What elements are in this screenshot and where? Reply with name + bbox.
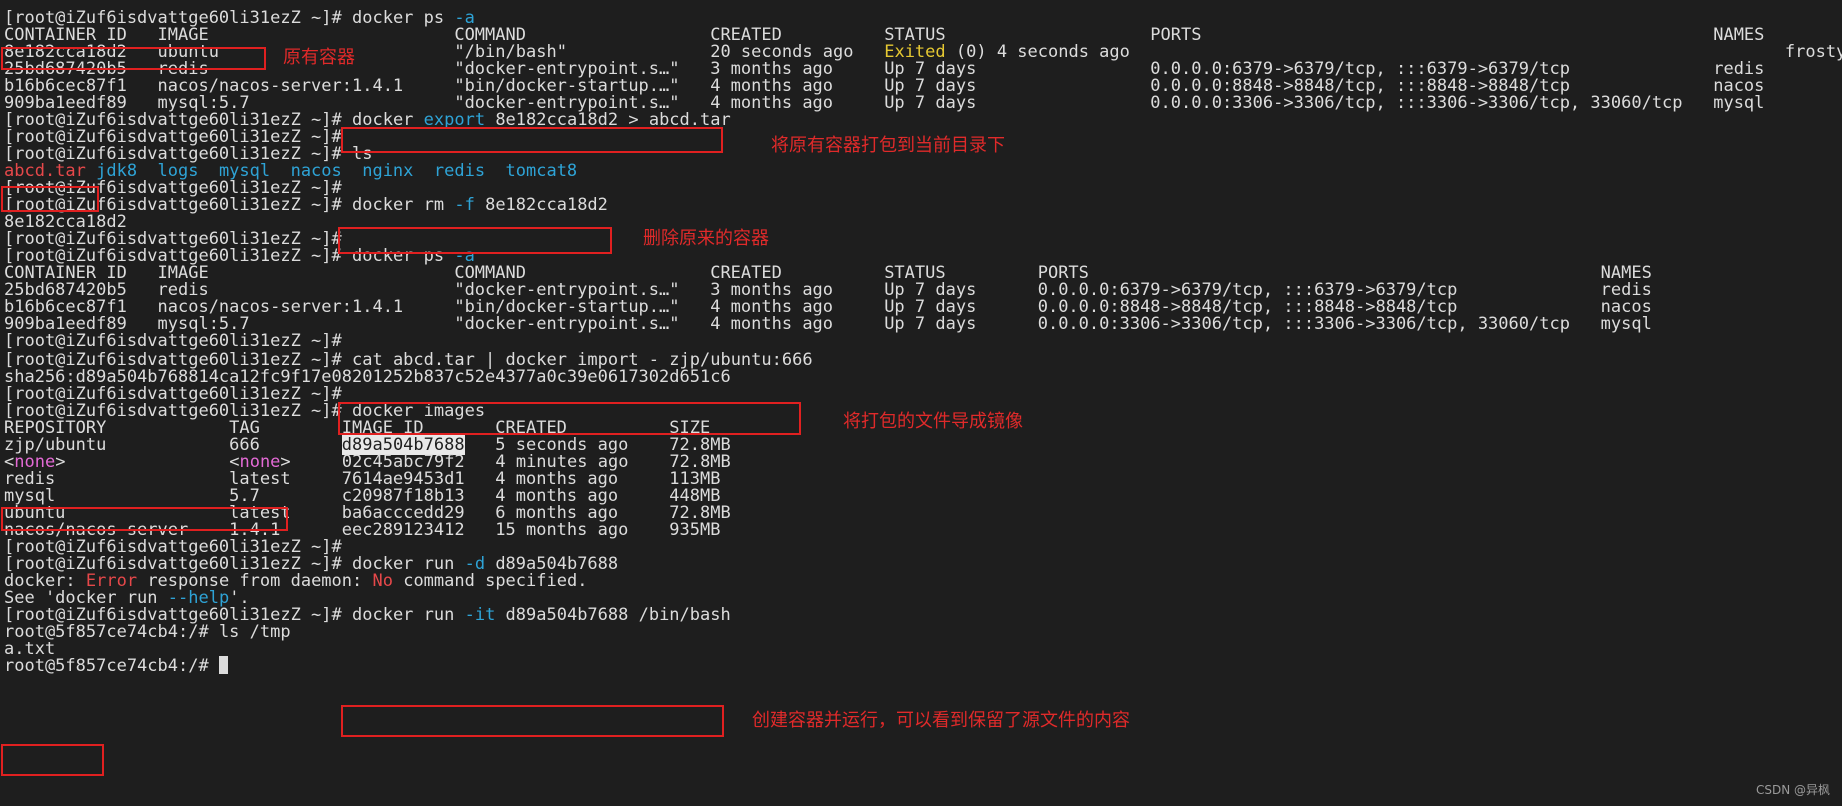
- annotation-export: 将原有容器打包到当前目录下: [771, 135, 1005, 156]
- highlight-box-archive: [1, 186, 99, 212]
- terminal-cursor: [218, 656, 228, 674]
- terminal-input-line[interactable]: root@5f857ce74cb4:/#: [4, 656, 228, 676]
- highlight-box-new-image: [1, 507, 288, 531]
- command-option: -f: [454, 195, 475, 215]
- terminal-window[interactable]: [root@iZuf6isdvattge60li31ezZ ~]# docker…: [0, 0, 1842, 806]
- annotation-original-container: 原有容器: [283, 47, 355, 68]
- highlight-box-run-command: [341, 705, 724, 737]
- terminal-line: [root@iZuf6isdvattge60li31ezZ ~]#: [4, 331, 342, 351]
- highlight-box-original-container: [1, 47, 266, 70]
- highlight-box-file: [1, 744, 104, 776]
- annotation-run: 创建容器并运行，可以看到保留了源文件的内容: [752, 710, 1130, 731]
- highlight-box-export-command: [341, 127, 723, 153]
- shell-prompt: [root@iZuf6isdvattge60li31ezZ ~]#: [4, 331, 342, 351]
- command-option: -it: [464, 605, 496, 625]
- container-prompt: root@5f857ce74cb4:/#: [4, 656, 209, 676]
- watermark: CSDN @异枫: [1755, 783, 1830, 797]
- highlight-box-import-command: [338, 402, 801, 435]
- annotation-delete: 删除原来的容器: [643, 228, 769, 249]
- annotation-import: 将打包的文件导成镜像: [843, 411, 1023, 432]
- highlight-box-rm-command: [338, 227, 612, 254]
